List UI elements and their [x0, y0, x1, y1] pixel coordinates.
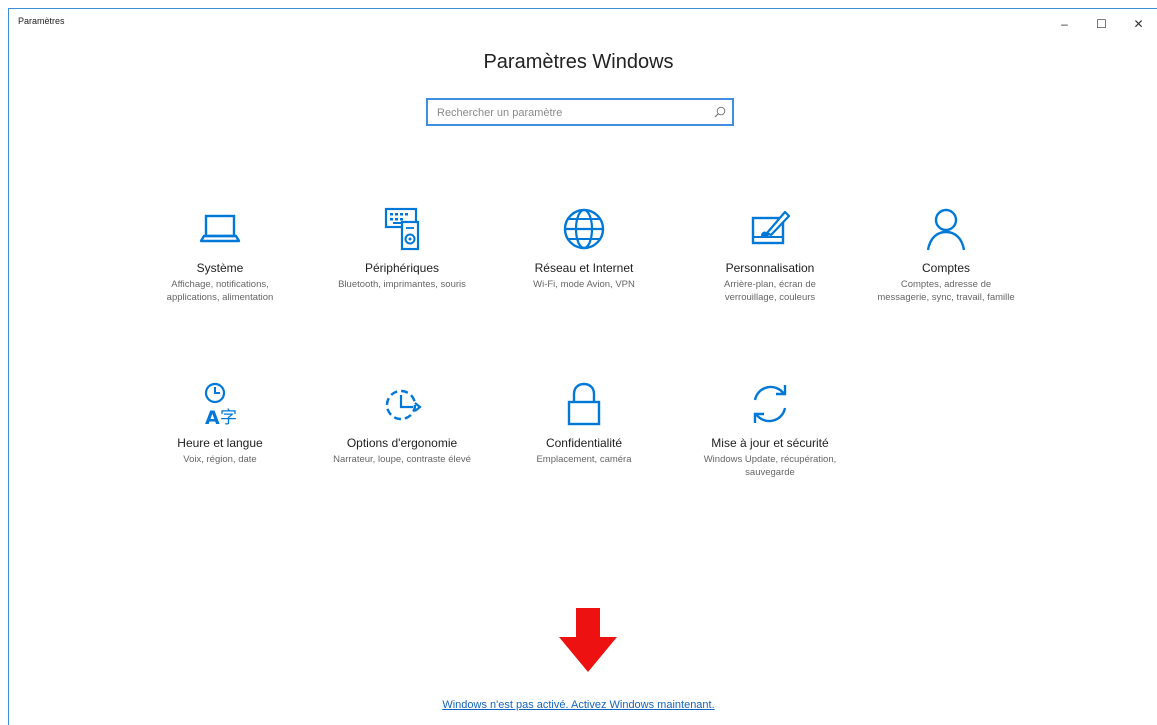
- close-button[interactable]: ✕: [1120, 9, 1157, 39]
- tile-network[interactable]: Réseau et Internet Wi-Fi, mode Avion, VP…: [509, 206, 659, 291]
- tile-label: Réseau et Internet: [534, 261, 634, 275]
- tile-update-security[interactable]: Mise à jour et sécurité Windows Update, …: [695, 381, 845, 479]
- maximize-button[interactable]: ☐: [1083, 9, 1120, 39]
- tile-label: Système: [196, 261, 244, 275]
- svg-text:字: 字: [220, 408, 237, 427]
- page-title: Paramètres Windows: [483, 51, 674, 73]
- tile-privacy[interactable]: Confidentialité Emplacement, caméra: [509, 381, 659, 466]
- tile-label: Mise à jour et sécurité: [711, 436, 829, 450]
- tile-time-language[interactable]: A 字 Heure et langue Voix, région, date: [145, 381, 295, 466]
- tile-personalization[interactable]: Personnalisation Arrière-plan, écran de …: [695, 206, 845, 304]
- time-language-icon: A 字: [204, 382, 237, 427]
- minimize-button[interactable]: –: [1046, 9, 1083, 39]
- tile-description: Narrateur, loupe, contraste élevé: [333, 454, 471, 465]
- tile-description: Comptes, adresse de messagerie, sync, tr…: [877, 279, 1015, 303]
- tile-description: Bluetooth, imprimantes, souris: [338, 279, 466, 290]
- laptop-icon: [199, 214, 241, 243]
- window-controls: – ☐ ✕: [1046, 9, 1157, 39]
- tile-description: Wi-Fi, mode Avion, VPN: [533, 279, 635, 290]
- lock-icon: [567, 382, 601, 426]
- tile-label: Options d'ergonomie: [346, 436, 458, 450]
- tile-description: Voix, région, date: [183, 454, 257, 465]
- title-bar[interactable]: Paramètres – ☐ ✕: [9, 9, 1157, 39]
- svg-text:A: A: [205, 407, 220, 427]
- tile-label: Comptes: [921, 261, 971, 275]
- tile-label: Périphériques: [364, 261, 440, 275]
- search-icon[interactable]: [713, 105, 727, 119]
- search-input[interactable]: [435, 100, 709, 126]
- tile-description: Emplacement, caméra: [536, 454, 632, 465]
- tile-ease-of-access[interactable]: Options d'ergonomie Narrateur, loupe, co…: [327, 381, 477, 466]
- search-box[interactable]: [426, 98, 734, 126]
- tile-label: Heure et langue: [177, 436, 263, 450]
- tile-accounts[interactable]: Comptes Comptes, adresse de messagerie, …: [871, 206, 1021, 304]
- person-icon: [926, 208, 966, 251]
- tile-description: Affichage, notifications, applications, …: [166, 279, 274, 303]
- devices-icon: [384, 207, 420, 251]
- tile-description: Arrière-plan, écran de verrouillage, cou…: [724, 279, 816, 303]
- tile-label: Confidentialité: [545, 436, 623, 450]
- ease-of-access-icon: [385, 389, 422, 421]
- red-arrow-down-icon: [559, 608, 617, 672]
- tile-description: Windows Update, récupération, sauvegarde: [703, 454, 837, 478]
- globe-icon: [563, 208, 605, 250]
- tile-system[interactable]: Système Affichage, notifications, applic…: [145, 206, 295, 304]
- app-title: Paramètres: [18, 16, 65, 26]
- update-icon: [753, 385, 787, 423]
- activate-windows-link[interactable]: Windows n'est pas activé. Activez Window…: [0, 699, 1157, 711]
- tile-label: Personnalisation: [725, 261, 815, 275]
- tile-devices[interactable]: Périphériques Bluetooth, imprimantes, so…: [327, 206, 477, 291]
- paint-icon: [751, 210, 791, 245]
